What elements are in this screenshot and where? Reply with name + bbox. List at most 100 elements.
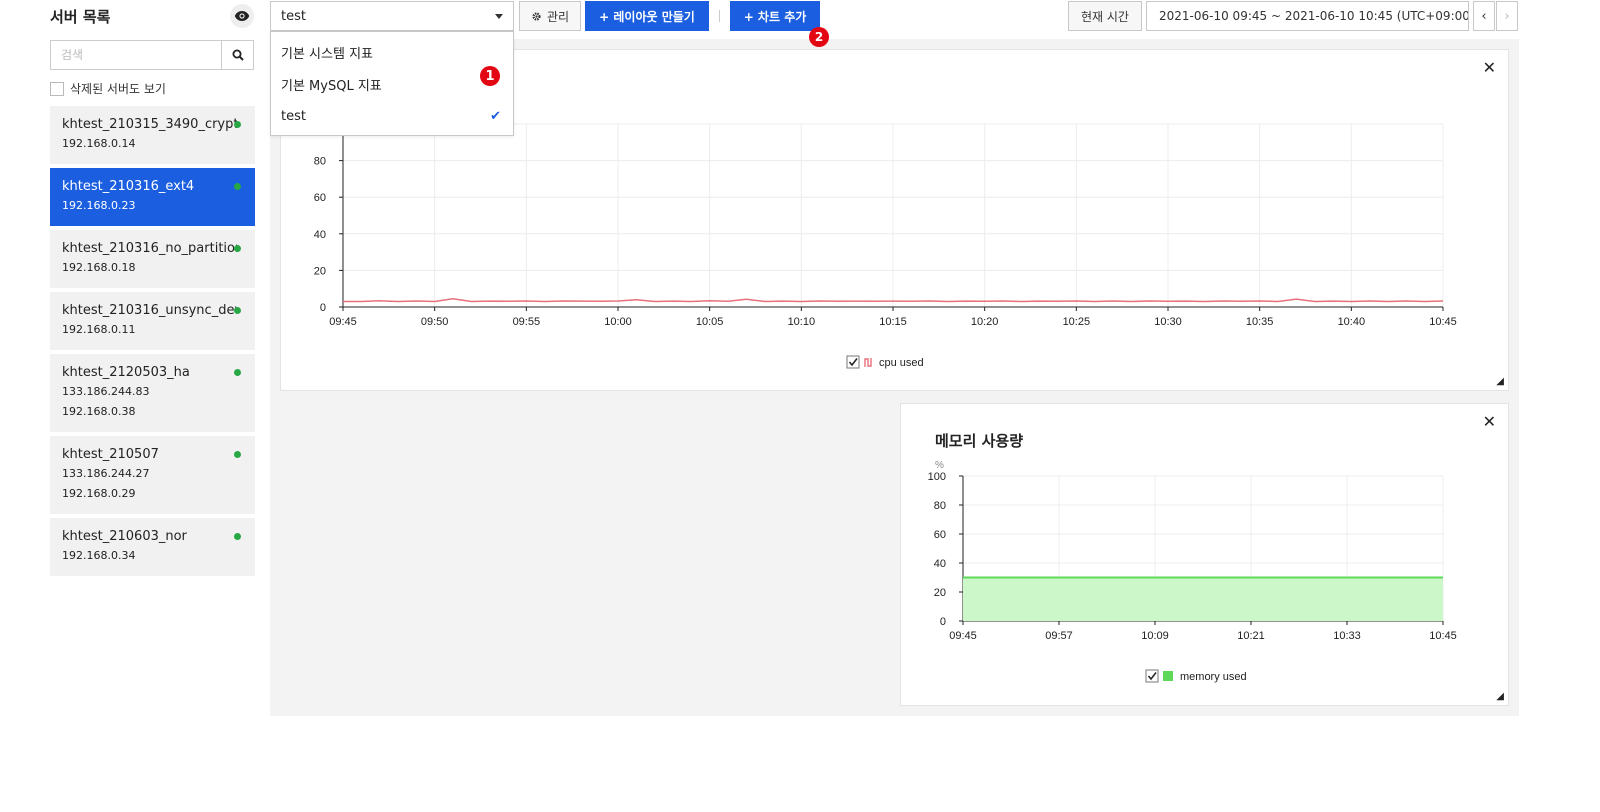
x-tick-label: 10:00 [604, 316, 632, 328]
y-tick-label: 60 [934, 529, 946, 541]
layout-select[interactable]: test [270, 1, 514, 31]
x-tick-label: 10:30 [1154, 316, 1182, 328]
resize-handle[interactable]: ◢ [1496, 691, 1504, 702]
server-name: khtest_2120503_ha [62, 365, 190, 380]
create-layout-button[interactable]: + 레이아웃 만들기 [585, 1, 709, 31]
server-list-title: 서버 목록 [50, 8, 111, 26]
layout-option-label: 기본 MySQL 지표 [281, 78, 382, 94]
search-input[interactable] [51, 41, 221, 69]
y-tick-label: 0 [320, 302, 326, 314]
x-tick-label: 10:21 [1237, 630, 1265, 642]
close-chart-button[interactable]: ✕ [1483, 412, 1496, 431]
status-dot [234, 369, 241, 376]
server-list: khtest_210315_3490_crypto 192.168.0.14 kht… [50, 106, 255, 580]
y-tick-label: 100 [928, 471, 946, 483]
server-ip: 192.168.0.11 [62, 323, 136, 336]
eye-icon [234, 11, 250, 21]
legend-swatch [1163, 671, 1173, 681]
next-range-button[interactable]: › [1496, 1, 1518, 31]
show-deleted-label: 삭제된 서버도 보기 [70, 82, 166, 96]
server-item[interactable]: khtest_2120503_ha 133.186.244.83 192.168.0… [50, 354, 255, 432]
server-name: khtest_210507 [62, 447, 159, 462]
search-box [50, 40, 254, 70]
x-tick-label: 10:05 [696, 316, 724, 328]
show-deleted-toggle[interactable]: 삭제된 서버도 보기 [50, 80, 166, 97]
chart-title: 메모리 사용량 [935, 432, 1024, 450]
chevron-left-icon: ‹ [1481, 8, 1487, 24]
server-ip: 192.168.0.18 [62, 261, 136, 274]
search-button[interactable] [221, 41, 253, 69]
server-name: khtest_210315_3490_crypto [62, 117, 237, 132]
x-tick-label: 10:33 [1333, 630, 1361, 642]
layout-option[interactable]: 기본 시스템 지표 [271, 36, 513, 68]
status-dot [234, 121, 241, 128]
x-tick-label: 10:35 [1246, 316, 1274, 328]
annotation-badge-2: 2 [809, 27, 829, 47]
memory-chart-panel: 메모리 사용량 ✕ 09:45 09:57 10:09 10:21 10:33 10:45… [900, 403, 1509, 706]
y-tick-label: 80 [314, 156, 326, 168]
now-button[interactable]: 현재 시간 [1068, 1, 1142, 31]
server-item[interactable]: khtest_210316_no_partition 192.168.0.18 [50, 230, 255, 288]
y-tick-label: 20 [934, 587, 946, 599]
x-tick-label: 10:25 [1063, 316, 1091, 328]
legend-checkbox [846, 355, 860, 369]
x-tick-label: 09:55 [513, 316, 541, 328]
previous-range-button[interactable]: ‹ [1473, 1, 1495, 31]
check-icon: ✔ [490, 108, 501, 124]
legend-label: memory used [1180, 671, 1247, 683]
manage-button[interactable]: 관리 [519, 1, 581, 31]
layout-option[interactable]: test ✔ [271, 100, 513, 132]
close-chart-button[interactable]: ✕ [1483, 58, 1496, 77]
status-dot [234, 245, 241, 252]
toggle-visibility-button[interactable] [230, 4, 254, 28]
server-ip: 192.168.0.23 [62, 199, 136, 212]
x-tick-label: 09:57 [1045, 630, 1073, 642]
layout-option-label: test [281, 108, 306, 124]
x-tick-label: 10:09 [1141, 630, 1169, 642]
server-item[interactable]: khtest_210316_unsync_device 192.168.0.11 [50, 292, 255, 350]
x-tick-label: 10:45 [1429, 316, 1457, 328]
server-item[interactable]: khtest_210603_nor 192.168.0.34 [50, 518, 255, 576]
close-icon: ✕ [1482, 58, 1496, 77]
gear-icon [532, 11, 541, 21]
show-deleted-checkbox[interactable] [50, 81, 64, 96]
server-item[interactable]: khtest_210507 133.186.244.27 192.168.0.29 [50, 436, 255, 514]
legend-label: cpu used [879, 357, 924, 369]
server-ip: 192.168.0.14 [62, 137, 136, 150]
close-icon: ✕ [1482, 412, 1496, 431]
server-ip: 133.186.244.27 [62, 467, 150, 480]
server-ip: 192.168.0.38 [62, 405, 136, 418]
x-tick-label: 10:15 [879, 316, 907, 328]
server-item[interactable]: khtest_210315_3490_crypto 192.168.0.14 [50, 106, 255, 164]
series-area [963, 577, 1443, 621]
annotation-badge-1: 1 [480, 66, 500, 86]
y-tick-label: 40 [934, 558, 946, 570]
y-tick-label: 40 [314, 229, 326, 241]
layout-option[interactable]: 기본 MySQL 지표 [271, 68, 513, 100]
server-name: khtest_210603_nor [62, 529, 187, 544]
toolbar-separator [719, 10, 720, 22]
server-item[interactable]: khtest_210316_ext4 192.168.0.23 [50, 168, 255, 226]
date-range-picker[interactable]: 2021-06-10 09:45 ~ 2021-06-10 10:45 (UTC… [1146, 1, 1469, 31]
y-tick-label: 60 [314, 192, 326, 204]
x-tick-label: 09:50 [421, 316, 449, 328]
chevron-down-icon [495, 13, 503, 19]
y-tick-label: 0 [940, 616, 946, 628]
chevron-right-icon: › [1504, 8, 1510, 24]
add-chart-button[interactable]: + 차트 추가 [730, 1, 820, 31]
search-icon [232, 49, 244, 61]
legend-checkbox [1145, 669, 1159, 683]
server-name: khtest_210316_ext4 [62, 179, 195, 194]
status-dot [234, 533, 241, 540]
x-tick-label: 09:45 [329, 316, 357, 328]
x-tick-label: 10:10 [788, 316, 816, 328]
server-ip: 192.168.0.29 [62, 487, 136, 500]
resize-handle[interactable]: ◢ [1496, 376, 1504, 387]
layout-dropdown: 기본 시스템 지표기본 MySQL 지표 test ✔ [270, 31, 514, 136]
x-tick-label: 10:20 [971, 316, 999, 328]
layout-option-label: 기본 시스템 지표 [281, 46, 373, 62]
manage-label: 관리 [546, 9, 570, 24]
server-ip: 192.168.0.34 [62, 549, 136, 562]
x-tick-label: 10:40 [1338, 316, 1366, 328]
layout-select-value: test [281, 8, 306, 24]
